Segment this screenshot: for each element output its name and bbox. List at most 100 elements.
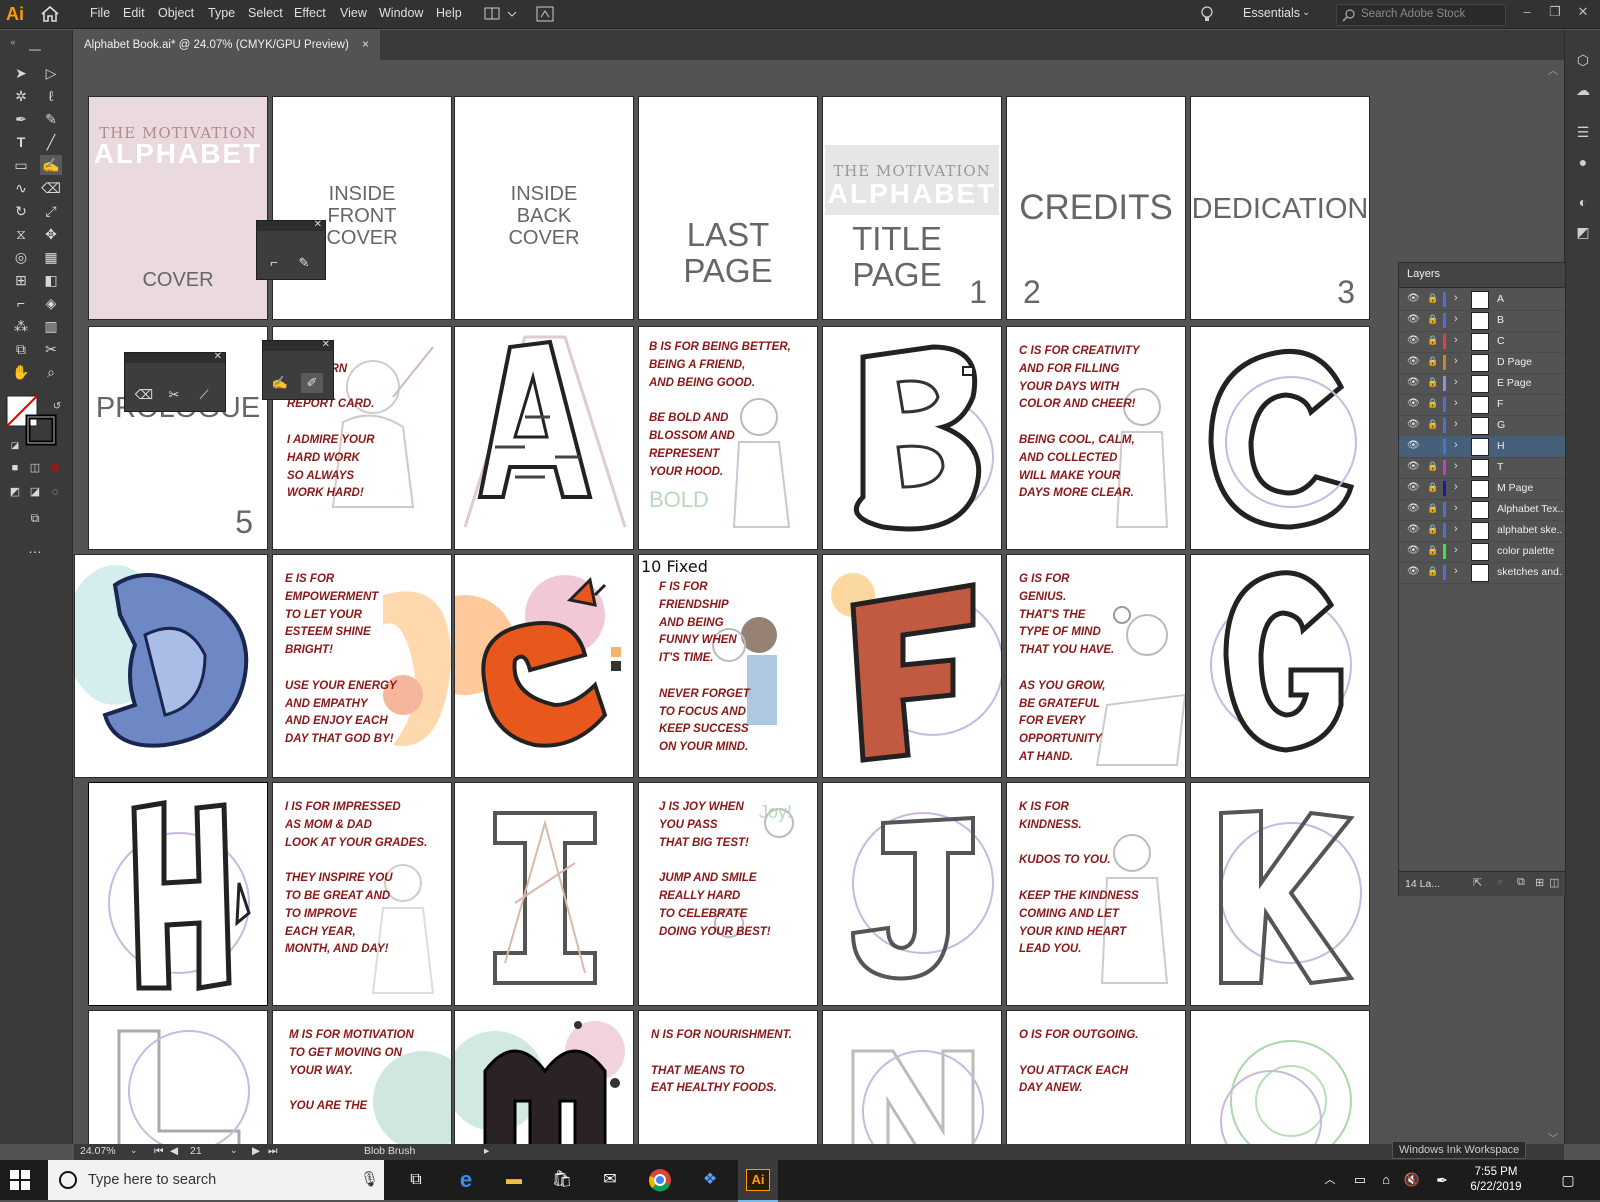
dropbox-icon[interactable]: ❖ xyxy=(698,1168,722,1192)
close-icon[interactable]: ✕ xyxy=(214,351,222,362)
artboard-letter-f[interactable] xyxy=(822,554,1002,778)
expand-chevron-icon[interactable]: › xyxy=(1454,334,1458,346)
artboard-letter-h[interactable] xyxy=(88,782,268,1006)
scissors-tool-icon[interactable]: ✂ xyxy=(163,385,185,405)
expand-chevron-icon[interactable]: › xyxy=(1454,376,1458,388)
edge-browser-icon[interactable]: e xyxy=(454,1168,478,1192)
color-icon[interactable]: ● xyxy=(1573,154,1593,172)
artboard-inside-back-cover[interactable]: INSIDE BACK COVER xyxy=(454,96,634,320)
measure-tool-icon[interactable]: ✎ xyxy=(293,253,315,273)
artboard-letter-m[interactable] xyxy=(454,1010,634,1144)
layer-row[interactable]: 👁 🔒 › D Page xyxy=(1399,352,1565,374)
close-icon[interactable]: ✕ xyxy=(314,219,322,230)
type-tool-icon[interactable]: T xyxy=(10,132,32,152)
next-artboard-icon[interactable]: ▶ xyxy=(252,1145,260,1157)
visibility-eye-icon[interactable]: 👁 xyxy=(1407,398,1420,411)
lock-icon[interactable]: 🔒 xyxy=(1427,524,1438,536)
artboard-cover[interactable]: THE MOTIVATION ALPHABET COVER xyxy=(88,96,268,320)
layer-name[interactable]: D Page xyxy=(1497,356,1563,368)
eyedropper-tool-icon[interactable]: ⌐ xyxy=(263,253,285,273)
screen-mode-icon[interactable]: ⧉ xyxy=(24,508,46,528)
visibility-eye-icon[interactable]: 👁 xyxy=(1407,440,1420,453)
layers-panel-title[interactable]: Layers xyxy=(1407,268,1440,280)
layer-name[interactable]: color palette xyxy=(1497,545,1563,557)
eyedropper-tool-icon[interactable]: ⌐ xyxy=(10,293,32,313)
first-artboard-icon[interactable]: ⏮ xyxy=(154,1145,163,1158)
artboard-j-text[interactable]: Joy! J IS JOY WHEN YOU PASS THAT BIG TES… xyxy=(638,782,818,1006)
locate-object-icon[interactable]: ⌕ xyxy=(1497,876,1503,889)
lock-icon[interactable]: 🔒 xyxy=(1427,482,1438,494)
expand-chevron-icon[interactable]: › xyxy=(1454,313,1458,325)
expand-chevron-icon[interactable]: › xyxy=(1454,418,1458,430)
scale-tool-icon[interactable]: ⤢ xyxy=(40,201,62,221)
visibility-eye-icon[interactable]: 👁 xyxy=(1407,356,1420,369)
color-mode-icon[interactable]: ■ xyxy=(4,458,26,478)
layer-row[interactable]: 👁 🔒 › F xyxy=(1399,394,1565,416)
layer-row[interactable]: 👁 🔒 › C xyxy=(1399,331,1565,353)
chrome-icon[interactable] xyxy=(648,1168,672,1192)
expand-chevron-icon[interactable]: › xyxy=(1454,544,1458,556)
floating-tool-panel[interactable]: ✕ ⌐ ✎ xyxy=(256,219,326,280)
layer-row[interactable]: 👁 🔒 › G xyxy=(1399,415,1565,437)
lock-icon[interactable]: 🔒 xyxy=(1427,293,1438,305)
visibility-eye-icon[interactable]: 👁 xyxy=(1407,335,1420,348)
action-center-icon[interactable]: ▢ xyxy=(1556,1168,1580,1192)
rotate-tool-icon[interactable]: ↻ xyxy=(10,201,32,221)
perspective-grid-tool-icon[interactable]: ▦ xyxy=(40,247,62,267)
status-menu-arrow-icon[interactable]: ▸ xyxy=(484,1145,489,1157)
knife-tool-icon[interactable]: ⟋ xyxy=(193,385,215,405)
visibility-eye-icon[interactable]: 👁 xyxy=(1407,377,1420,390)
selection-tool-icon[interactable]: ➤ xyxy=(10,63,32,83)
artboard-letter-c[interactable] xyxy=(1190,326,1370,550)
file-explorer-icon[interactable]: ▬ xyxy=(502,1168,526,1192)
layer-name[interactable]: G xyxy=(1497,419,1563,431)
layer-name[interactable]: C xyxy=(1497,335,1563,347)
make-clipping-mask-icon[interactable]: ⧉ xyxy=(1517,876,1525,889)
artboard-dedication[interactable]: DEDICATION 3 xyxy=(1190,96,1370,320)
line-segment-tool-icon[interactable]: ╱ xyxy=(40,132,62,152)
layer-name[interactable]: M Page xyxy=(1497,482,1563,494)
artboard-e-text[interactable]: E IS FOR EMPOWERMENT TO LET YOUR ESTEEM … xyxy=(272,554,452,778)
artboard-m-text[interactable]: M IS FOR MOTIVATION TO GET MOVING ON YOU… xyxy=(272,1010,452,1144)
appearance-icon[interactable]: ◐ xyxy=(1573,194,1593,212)
visibility-eye-icon[interactable]: 👁 xyxy=(1407,524,1420,537)
artboard-b-text[interactable]: BOLD B IS FOR BEING BETTER, BEING A FRIE… xyxy=(638,326,818,550)
mail-icon[interactable]: ✉ xyxy=(598,1168,622,1192)
properties-icon[interactable]: ☰ xyxy=(1573,124,1593,142)
gradient-tool-icon[interactable]: ◧ xyxy=(40,270,62,290)
cc-libraries-icon[interactable]: ⬡ xyxy=(1573,52,1593,70)
expand-chevron-icon[interactable]: › xyxy=(1454,460,1458,472)
adobe-stock-search-input[interactable]: Search Adobe Stock xyxy=(1336,4,1506,26)
layer-row[interactable]: 👁 🔒 › E Page xyxy=(1399,373,1565,395)
visibility-eye-icon[interactable]: 👁 xyxy=(1407,482,1420,495)
close-tab-icon[interactable]: × xyxy=(362,37,369,51)
restore-icon[interactable]: ❐ xyxy=(1544,4,1566,22)
scroll-down-icon[interactable]: ﹀ xyxy=(1548,1130,1558,1144)
layer-row[interactable]: 👁 🔒 › B xyxy=(1399,310,1565,332)
blob-brush-tool-icon[interactable]: ✍ xyxy=(40,155,62,175)
layer-row[interactable]: 👁 🔒 › alphabet ske... xyxy=(1399,520,1565,542)
eraser-tool-icon[interactable]: ⌫ xyxy=(40,178,62,198)
artboard-letter-g[interactable] xyxy=(1190,554,1370,778)
lock-icon[interactable]: 🔒 xyxy=(1427,419,1438,431)
network-icon[interactable]: ⌂ xyxy=(1374,1168,1398,1192)
paintbrush-tool-icon[interactable]: ✍ xyxy=(269,373,291,393)
mesh-tool-icon[interactable]: ⊞ xyxy=(10,270,32,290)
layer-name[interactable]: Alphabet Tex... xyxy=(1497,503,1563,515)
close-icon[interactable]: ✕ xyxy=(322,339,330,350)
system-clock[interactable]: 7:55 PM 6/22/2019 xyxy=(1464,1165,1528,1195)
artboard-k-text[interactable]: K IS FOR KINDNESS. KUDOS TO YOU. KEEP TH… xyxy=(1006,782,1186,1006)
slice-tool-icon[interactable]: ✂ xyxy=(40,339,62,359)
blob-brush-tool-icon[interactable]: ✐ xyxy=(301,373,323,393)
symbol-sprayer-tool-icon[interactable]: ⁂ xyxy=(10,316,32,336)
artboard-letter-i[interactable] xyxy=(454,782,634,1006)
artboard-letter-o[interactable] xyxy=(1190,1010,1370,1144)
layer-name[interactable]: F xyxy=(1497,398,1563,410)
arrange-documents-icon[interactable] xyxy=(484,6,520,22)
menu-edit[interactable]: Edit xyxy=(123,6,145,20)
swap-fill-stroke-icon[interactable]: ↺ xyxy=(46,397,68,417)
artboard-letter-e[interactable] xyxy=(454,554,634,778)
layer-row[interactable]: 👁 🔒 › Alphabet Tex... xyxy=(1399,499,1565,521)
visibility-eye-icon[interactable]: 👁 xyxy=(1407,419,1420,432)
floating-eraser-panel[interactable]: ✕ ⌫ ✂ ⟋ xyxy=(124,351,226,412)
